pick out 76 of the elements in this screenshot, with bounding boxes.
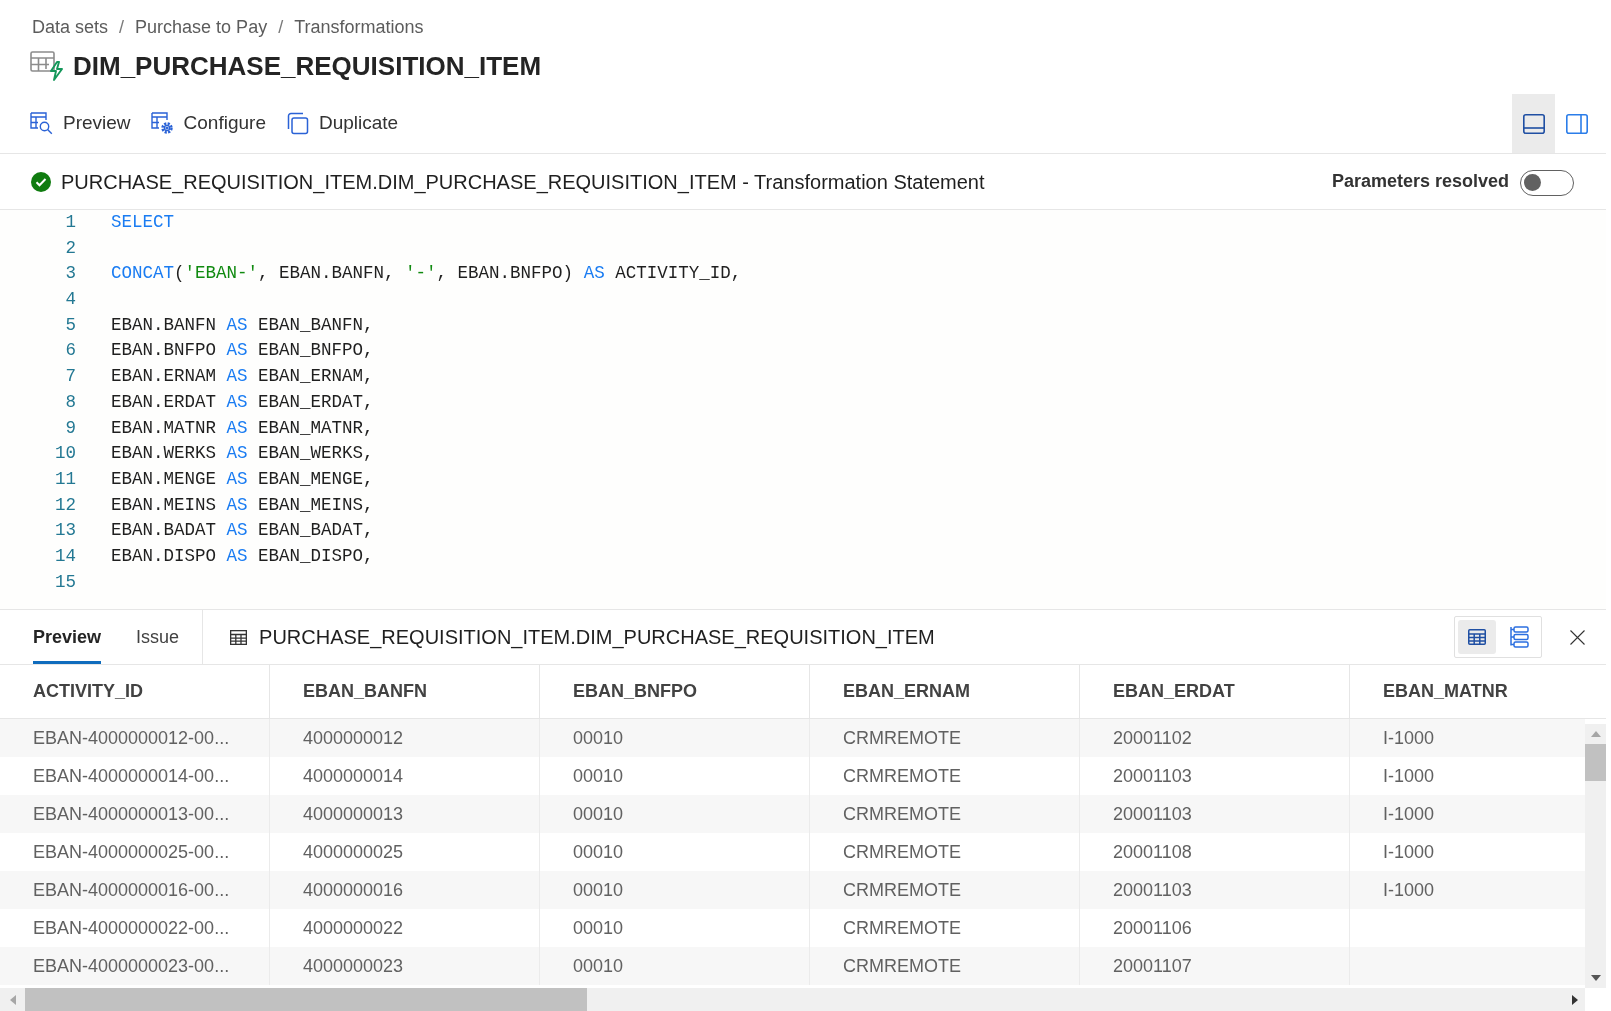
breadcrumb-link[interactable]: Purchase to Pay	[135, 15, 268, 39]
panel-tab[interactable]: Issue	[136, 610, 180, 664]
code-line: EBAN.DISPO AS EBAN_DISPO,	[111, 544, 374, 568]
code-line: EBAN.BNFPO AS EBAN_BNFPO,	[111, 339, 374, 363]
layout-toggle-button[interactable]	[1512, 94, 1555, 153]
table-cell: 00010	[540, 947, 810, 985]
tree-list-icon	[1509, 626, 1529, 648]
page-title: DIM_PURCHASE_REQUISITION_ITEM	[73, 50, 542, 83]
table-cell-text: I-1000	[1382, 764, 1436, 788]
code-line: EBAN.ERNAM AS EBAN_ERNAM,	[111, 365, 374, 389]
toolbar-button[interactable]: Duplicate	[285, 105, 399, 142]
table-gear-icon	[150, 112, 174, 135]
table-name: PURCHASE_REQUISITION_ITEM.DIM_PURCHASE_REQUISITION_ITEM	[259, 625, 935, 651]
close-icon	[1569, 629, 1585, 645]
column-header: EBAN_ERDAT	[1080, 665, 1350, 718]
line-number: 8	[64, 390, 76, 414]
horizontal-scrollbar[interactable]	[0, 988, 1585, 1011]
scrollbar-thumb[interactable]	[1585, 744, 1606, 781]
scroll-right-icon[interactable]	[1571, 994, 1578, 1005]
panel-tab[interactable]: Preview	[33, 610, 102, 664]
table-cell: 20001107	[1080, 947, 1350, 985]
breadcrumb-link[interactable]: Data sets	[32, 15, 109, 39]
code-line: EBAN.MATNR AS EBAN_MATNR,	[111, 416, 374, 440]
toolbar-button[interactable]: Preview	[30, 105, 131, 142]
table-cell: EBAN-4000000023-00...	[0, 947, 270, 985]
breadcrumb-separator: /	[118, 16, 126, 39]
line-number: 4	[64, 288, 76, 312]
line-number: 11	[54, 467, 76, 491]
table-icon	[230, 629, 248, 645]
code-line: EBAN.BADAT AS EBAN_BADAT,	[111, 519, 374, 543]
code-line: EBAN.MEINS AS EBAN_MEINS,	[111, 493, 374, 517]
toggle-switch[interactable]	[1520, 169, 1574, 196]
table-search-icon	[30, 112, 53, 135]
line-number: 6	[64, 339, 76, 363]
side-panel-icon	[1565, 113, 1588, 134]
scroll-down-icon[interactable]	[1590, 975, 1601, 981]
code-line: EBAN.WERKS AS EBAN_WERKS,	[111, 442, 374, 466]
line-number: 14	[54, 544, 76, 568]
line-number: 5	[64, 313, 76, 337]
column-header: ACTIVITY_ID	[0, 665, 270, 718]
line-number: 9	[64, 416, 76, 440]
column-header: EBAN_MATNR	[1382, 680, 1509, 703]
toggle-label: Parameters resolved	[1331, 170, 1509, 193]
table-cell-text: I-1000	[1382, 840, 1436, 864]
column-header: EBAN_ERNAM	[810, 665, 1080, 718]
column-header: EBAN_BANFN	[270, 665, 540, 718]
scrollbar-thumb[interactable]	[25, 988, 587, 1011]
line-number: 10	[54, 442, 76, 466]
line-number: 13	[54, 519, 76, 543]
breadcrumb-separator: /	[277, 16, 285, 39]
line-number: 7	[64, 365, 76, 389]
breadcrumb-link[interactable]: Transformations	[294, 15, 424, 39]
line-number: 15	[54, 570, 76, 594]
vertical-scrollbar[interactable]	[1585, 724, 1606, 988]
copy-icon	[285, 112, 309, 135]
code-line: EBAN.ERDAT AS EBAN_ERDAT,	[111, 390, 374, 414]
line-number: 1	[64, 211, 76, 234]
bottom-panel-icon	[1522, 113, 1545, 134]
grid-icon	[1468, 629, 1486, 645]
table-cell: 4000000023	[270, 947, 540, 985]
column-header: EBAN_BNFPO	[540, 665, 810, 718]
table-cell-text: I-1000	[1382, 878, 1436, 902]
code-line: EBAN.MENGE AS EBAN_MENGE,	[111, 467, 374, 491]
code-line: SELECT	[111, 211, 174, 234]
table-cell: CRMREMOTE	[810, 947, 1080, 985]
code-line: CONCAT('EBAN-', EBAN.BANFN, '-', EBAN.BNFPO) AS ACTIVITY_ID,	[111, 262, 742, 286]
line-number: 3	[64, 262, 76, 286]
view-toggle-button[interactable]	[1458, 620, 1496, 654]
line-number: 12	[54, 493, 76, 517]
code-line: EBAN.BANFN AS EBAN_BANFN,	[111, 313, 374, 337]
table-cell-text: I-1000	[1382, 802, 1436, 826]
statement-title: PURCHASE_REQUISITION_ITEM.DIM_PURCHASE_REQUISITION_ITEM - Transformation Statement	[61, 169, 985, 196]
toolbar-button[interactable]: Configure	[150, 105, 266, 142]
line-number: 2	[64, 236, 76, 260]
table-cell-text: I-1000	[1382, 726, 1436, 750]
table-lightning-icon	[30, 51, 64, 81]
